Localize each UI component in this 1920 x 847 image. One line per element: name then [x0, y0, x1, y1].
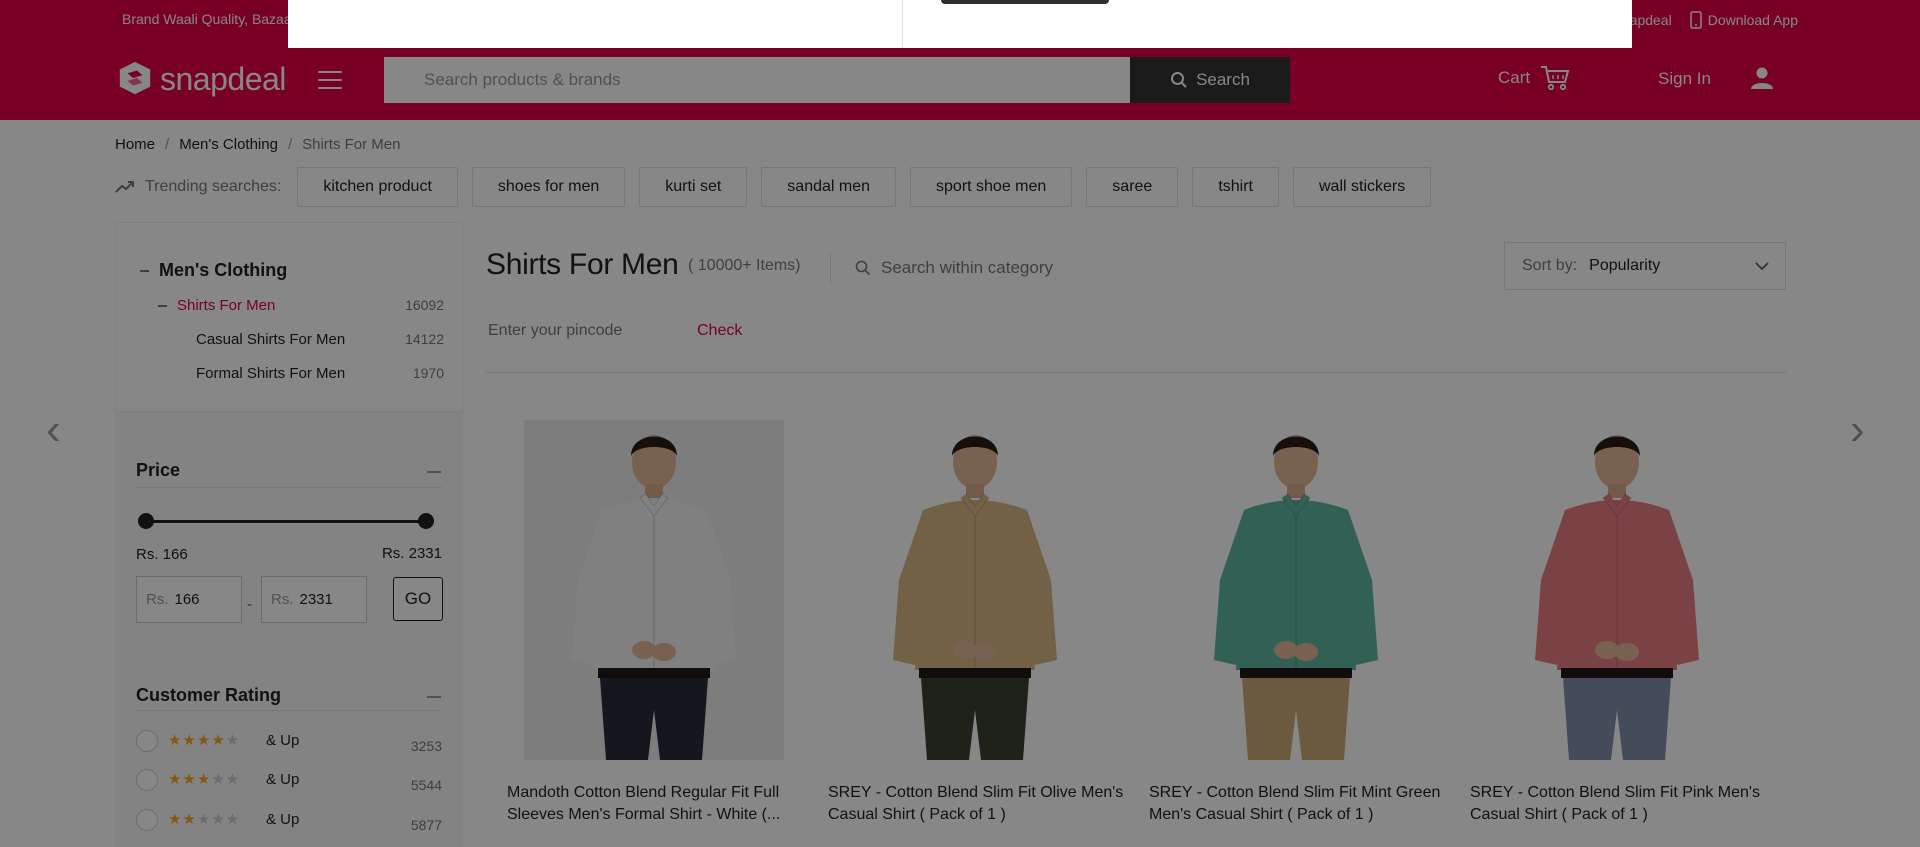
modal-dialog — [288, 0, 1632, 48]
modal-button[interactable] — [941, 0, 1109, 4]
modal-backdrop[interactable] — [0, 0, 1920, 847]
divider — [902, 0, 903, 48]
